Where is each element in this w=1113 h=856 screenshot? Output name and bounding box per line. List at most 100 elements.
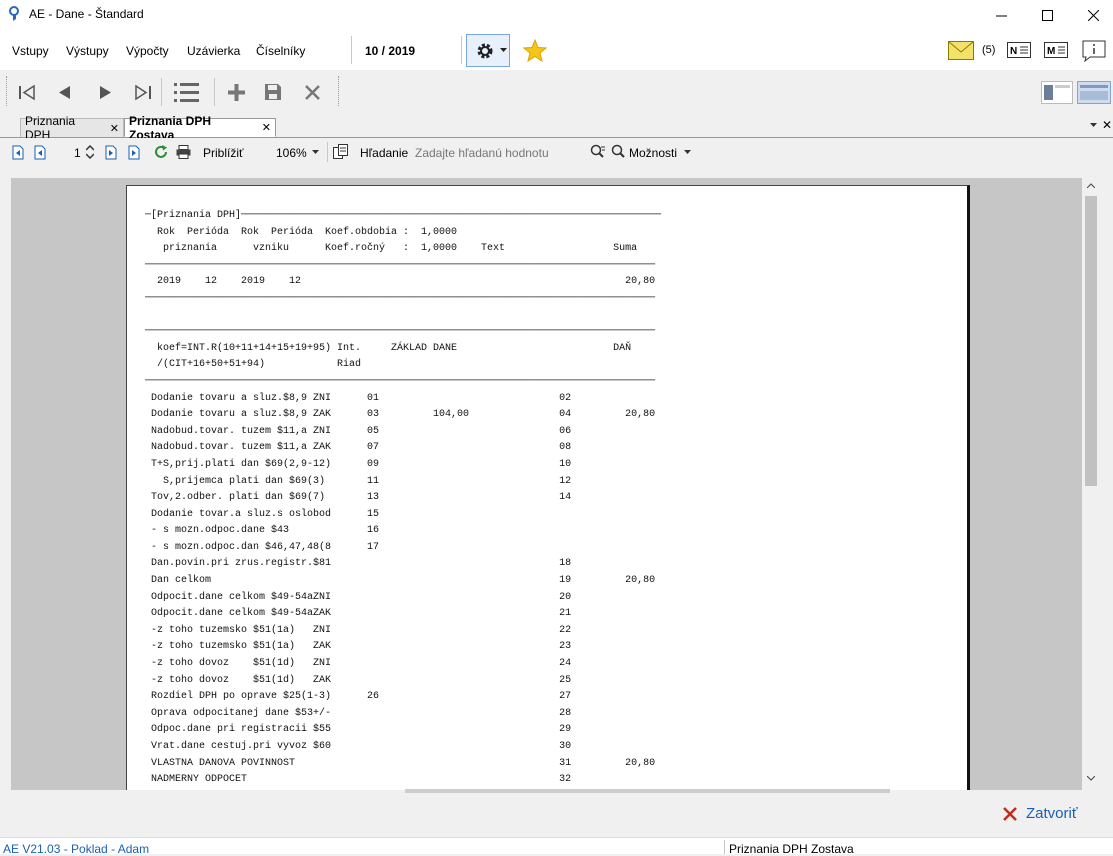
first-record-icon[interactable] xyxy=(17,84,37,102)
report-page: ─[Priznania DPH]────────────────────────… xyxy=(126,185,970,790)
vertical-scroll-thumb[interactable] xyxy=(1085,196,1097,486)
period-indicator[interactable]: 10 / 2019 xyxy=(365,44,415,58)
report-line: ────────────────────────────────────────… xyxy=(145,326,656,338)
report-line: Vrat.dane cestuj.pri vyvoz $60 30 xyxy=(145,741,572,752)
menu-ciselniky[interactable]: Číselníky xyxy=(256,44,305,58)
export-icon[interactable] xyxy=(333,144,348,159)
list-icon[interactable] xyxy=(173,81,200,105)
report-line: Odpoc.dane pri registracii $55 29 xyxy=(145,724,572,736)
previous-record-icon[interactable] xyxy=(56,84,74,102)
refresh-icon[interactable] xyxy=(154,145,168,159)
close-all-tabs-icon[interactable]: ✕ xyxy=(1102,118,1112,132)
news-icon[interactable]: N xyxy=(1007,42,1031,58)
status-bar: AE V21.03 - Poklad - Adam Priznania DPH … xyxy=(0,837,1113,856)
maximize-button[interactable] xyxy=(1024,0,1070,30)
report-line: ────────────────────────────────────────… xyxy=(145,259,656,271)
next-record-icon[interactable] xyxy=(96,84,114,102)
status-separator xyxy=(724,840,725,854)
report-viewer[interactable]: ─[Priznania DPH]────────────────────────… xyxy=(11,178,1099,790)
report-line: Dodanie tovar.a sluz.s oslobod 15 xyxy=(145,508,380,520)
last-page-icon[interactable] xyxy=(128,145,140,160)
toolbar-separator xyxy=(214,78,215,106)
tab-close-icon[interactable]: ✕ xyxy=(110,122,119,135)
maximize-icon xyxy=(1041,9,1053,21)
tab-priznania-dph[interactable]: Priznania DPH ✕ xyxy=(20,114,124,142)
report-line: Dan.povin.pri zrus.registr.$81 18 xyxy=(145,558,572,570)
gear-icon xyxy=(477,43,493,59)
report-line: -z toho tuzemsko $51(1a) ZNI 22 xyxy=(145,624,572,636)
close-button[interactable]: Zatvoriť xyxy=(1003,805,1077,822)
info-icon[interactable] xyxy=(1081,40,1107,62)
add-icon[interactable] xyxy=(227,83,246,102)
toolbar-separator xyxy=(161,78,162,106)
toolbar-grip xyxy=(6,76,9,106)
minimize-button[interactable] xyxy=(978,0,1024,30)
window-title: AE - Dane - Štandard xyxy=(29,7,144,21)
scroll-down-icon[interactable] xyxy=(1087,776,1095,781)
menu-separator xyxy=(351,36,352,64)
report-line: Rozdiel DPH po oprave $25(1-3) 26 27 xyxy=(145,691,572,703)
search-input[interactable]: Zadajte hľadanú hodnotu xyxy=(415,146,549,160)
mail-icon[interactable] xyxy=(948,41,974,60)
options-chevron-down-icon[interactable] xyxy=(684,150,691,155)
status-document: Priznania DPH Zostava xyxy=(729,842,854,856)
zoom-chevron-down-icon[interactable] xyxy=(312,150,319,155)
search-icon[interactable] xyxy=(611,144,627,159)
viewer-toolbar: 1 Priblížiť 106% Hľadanie Zadajte hľadan… xyxy=(0,138,1113,166)
record-toolbar xyxy=(0,70,1113,116)
last-record-icon[interactable] xyxy=(133,84,153,102)
search-options-icon[interactable] xyxy=(590,144,606,159)
notification-count: (5) xyxy=(982,44,996,56)
page-number-input[interactable]: 1 xyxy=(74,146,81,160)
menu-vstupy[interactable]: Vstupy xyxy=(12,44,49,58)
report-line: 2019 12 2019 12 20,80 xyxy=(145,276,656,288)
favorite-star-icon[interactable] xyxy=(523,39,547,62)
minimize-icon xyxy=(995,15,1007,16)
report-line: Oprava odpocitanej dane $53+/- 28 xyxy=(145,707,572,719)
delete-icon[interactable] xyxy=(304,84,321,101)
report-text: ─[Priznania DPH]────────────────────────… xyxy=(145,208,661,790)
chevron-down-icon xyxy=(500,48,507,52)
report-line: Dodanie tovaru a sluz.$8,9 ZAK 03 104,00… xyxy=(145,409,656,421)
status-app-version: AE V21.03 - Poklad - Adam xyxy=(3,842,150,856)
toolbar-grip xyxy=(338,76,341,106)
layout-preview-icon[interactable] xyxy=(1077,81,1111,104)
report-line: Rok Perióda Rok Perióda Koef.obdobia : 1… xyxy=(145,226,458,238)
messages-icon[interactable]: M xyxy=(1044,42,1068,58)
footer: Zatvoriť xyxy=(0,793,1113,837)
report-line: Nadobud.tovar. tuzem $11,a ZAK 07 08 xyxy=(145,442,572,454)
report-line: -z toho dovoz $51(1d) ZNI 24 xyxy=(145,658,572,670)
page-spinner-icon[interactable] xyxy=(86,145,94,159)
report-line: S,prijemca plati dan $69(3) 11 12 xyxy=(145,475,572,487)
zoom-select[interactable]: 106% xyxy=(276,146,307,160)
report-line: -z toho tuzemsko $51(1a) ZAK 23 xyxy=(145,641,572,653)
scroll-up-icon[interactable] xyxy=(1087,183,1095,188)
layout-thumbnail-icon[interactable] xyxy=(1041,81,1073,104)
tab-list-chevron-icon[interactable] xyxy=(1090,123,1097,128)
first-page-icon[interactable] xyxy=(12,145,24,160)
tab-priznania-dph-zostava[interactable]: Priznania DPH Zostava ✕ xyxy=(124,114,276,142)
menu-vystupy[interactable]: Výstupy xyxy=(66,44,109,58)
svg-text:M: M xyxy=(1047,46,1055,57)
report-line: Tov,2.odber. plati dan $69(7) 13 14 xyxy=(145,492,572,504)
print-icon[interactable] xyxy=(176,145,191,159)
report-line: ────────────────────────────────────────… xyxy=(145,292,656,304)
menu-uzavierka[interactable]: Uzávierka xyxy=(187,44,240,58)
tab-close-icon[interactable]: ✕ xyxy=(262,121,271,134)
report-line: Dan celkom 19 20,80 xyxy=(145,575,656,587)
report-line: NADMERNY ODPOCET 32 xyxy=(145,774,572,786)
app-icon xyxy=(9,6,19,21)
report-line: Odpocit.dane celkom $49-54aZAK 21 xyxy=(145,608,572,620)
report-line: - s mozn.odpoc.dane $43 16 xyxy=(145,525,380,537)
save-icon[interactable] xyxy=(264,83,282,101)
report-line: Dodanie tovaru a sluz.$8,9 ZNI 01 02 xyxy=(145,392,572,404)
svg-text:N: N xyxy=(1010,46,1017,57)
menu-vypocty[interactable]: Výpočty xyxy=(126,44,169,58)
options-menu[interactable]: Možnosti xyxy=(629,146,677,160)
close-x-icon xyxy=(1003,806,1017,821)
zoom-in-button[interactable]: Priblížiť xyxy=(203,146,244,160)
close-window-button[interactable] xyxy=(1070,0,1113,30)
previous-page-icon[interactable] xyxy=(34,145,46,160)
settings-dropdown-button[interactable] xyxy=(466,34,510,67)
next-page-icon[interactable] xyxy=(105,145,117,160)
